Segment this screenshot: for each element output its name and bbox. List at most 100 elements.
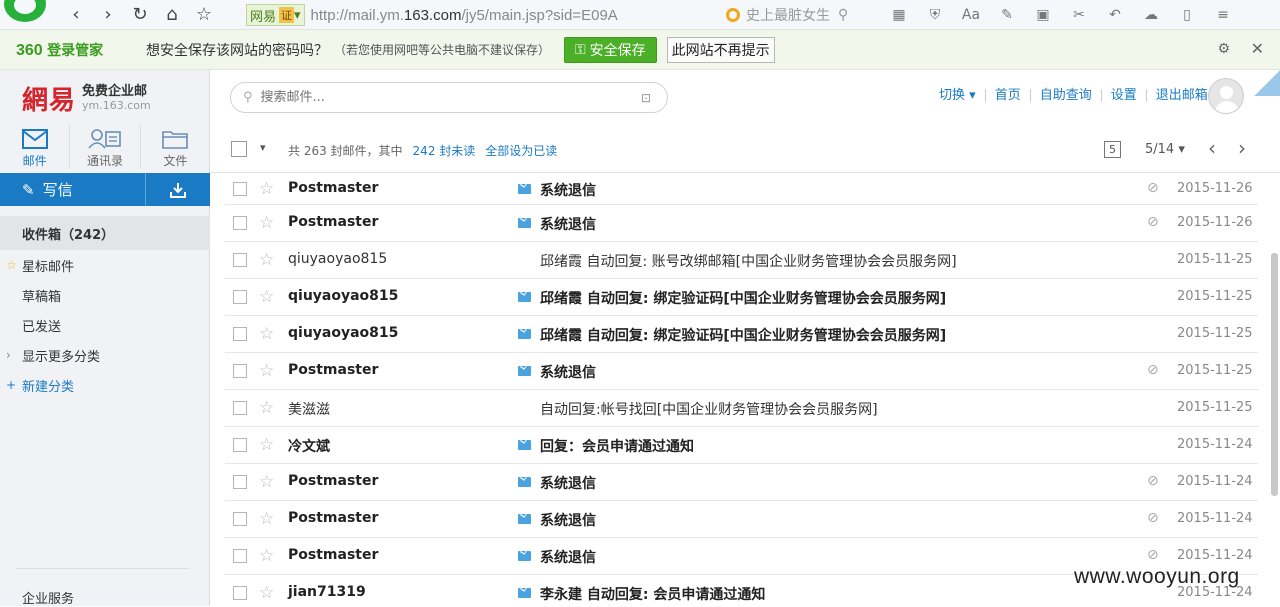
table-row[interactable]: ☆ qiuyaoyao815 邱绪霞 自动回复: 绑定验证码[中国企业财务管理协会会…	[225, 316, 1258, 353]
folder-show-more[interactable]: › 显示更多分类	[0, 340, 210, 370]
star-icon[interactable]: ☆	[259, 472, 274, 492]
reload-icon[interactable]: ↻	[124, 0, 156, 30]
folder-inbox[interactable]: 收件箱（242）	[0, 216, 210, 250]
undo-icon[interactable]: ↶	[1100, 7, 1130, 23]
module-mail[interactable]: 邮件	[0, 125, 71, 169]
menu-icon[interactable]: ≡	[1208, 7, 1238, 23]
email-subject[interactable]: 李永建 自动回复: 会员申请通过通知	[540, 584, 765, 604]
translate-icon[interactable]: Aa	[956, 7, 986, 23]
browser-logo-icon[interactable]	[0, 0, 60, 30]
table-row[interactable]: ☆ qiuyaoyao815 邱绪霞 自动回复: 绑定验证码[中国企业财务管理协会会…	[225, 279, 1258, 316]
address-bar[interactable]: 网易证 ▾ http://mail.ym. 163.com/jy5/main.jsp…	[246, 3, 686, 27]
row-checkbox[interactable]	[233, 401, 247, 415]
folder-starred[interactable]: ☆ 星标邮件	[0, 250, 210, 280]
favorite-star-icon[interactable]: ☆	[188, 0, 220, 30]
table-row[interactable]: ☆ Postmaster 系统退信 ⊘ 2015-11-25	[225, 353, 1258, 390]
scrollbar[interactable]	[1271, 253, 1278, 496]
browser-search-box[interactable]: 史上最脏女生 ⚲	[726, 3, 876, 27]
folder-new-category[interactable]: + 新建分类	[0, 370, 210, 400]
cloud-icon[interactable]: ☁	[1136, 7, 1166, 23]
select-all-checkbox[interactable]	[231, 141, 247, 157]
next-page-icon[interactable]: ›	[1238, 136, 1246, 160]
star-icon[interactable]: ☆	[259, 546, 274, 566]
page-selector[interactable]: 5/14 ▾	[1145, 142, 1185, 157]
tools-icon[interactable]: ✂	[1064, 7, 1094, 23]
email-subject[interactable]: 回复：会员申请通过通知	[540, 436, 694, 456]
previous-page-icon[interactable]: ‹	[1208, 136, 1216, 160]
email-subject[interactable]: 自动回复:帐号找回[中国企业财务管理协会会员服务网]	[540, 399, 878, 419]
row-checkbox[interactable]	[233, 327, 247, 341]
home-icon[interactable]: ⌂	[156, 0, 188, 30]
table-row[interactable]: ☆ Postmaster 系统退信 ⊘ 2015-11-24	[225, 464, 1258, 501]
row-checkbox[interactable]	[233, 549, 247, 563]
switch-account-link[interactable]: 切换 ▾	[930, 89, 985, 102]
screenshot-icon[interactable]: ▣	[1028, 7, 1058, 23]
mobile-icon[interactable]: ▯	[1172, 7, 1202, 23]
receive-mail-button[interactable]	[146, 173, 210, 206]
mail-logo[interactable]: 網易 免费企业邮 ym.163.com	[22, 80, 151, 117]
gear-icon[interactable]: ⚙	[1217, 41, 1230, 57]
star-icon[interactable]: ☆	[259, 398, 274, 418]
page-view-icon[interactable]: 5	[1104, 141, 1121, 158]
avatar[interactable]	[1208, 78, 1244, 114]
enterprise-services-link[interactable]: 企业服务	[22, 588, 74, 607]
star-icon[interactable]: ☆	[259, 324, 274, 344]
back-icon[interactable]: ‹	[60, 0, 92, 30]
site-identity-badge[interactable]: 网易证 ▾	[246, 4, 305, 26]
row-checkbox[interactable]	[233, 216, 247, 230]
row-checkbox[interactable]	[233, 364, 247, 378]
unread-filter-link[interactable]: 242 封未读	[413, 144, 476, 158]
self-service-link[interactable]: 自助查询	[1029, 89, 1101, 102]
forward-icon[interactable]: ›	[92, 0, 124, 30]
table-row[interactable]: ☆ Postmaster 系统退信 ⊘ 2015-11-24	[225, 501, 1258, 538]
table-row[interactable]: ☆ 冷文斌 回复：会员申请通过通知 2015-11-24	[225, 427, 1258, 464]
email-subject[interactable]: 系统退信	[540, 362, 596, 382]
star-icon[interactable]: ☆	[259, 509, 274, 529]
email-subject[interactable]: 邱绪霞 自动回复: 绑定验证码[中国企业财务管理协会会员服务网]	[540, 288, 946, 308]
folder-sent[interactable]: 已发送	[0, 310, 210, 340]
email-subject[interactable]: 邱绪霞 自动回复: 绑定验证码[中国企业财务管理协会会员服务网]	[540, 325, 946, 345]
star-icon[interactable]: ☆	[259, 583, 274, 603]
email-subject[interactable]: 邱绪霞 自动回复: 账号改绑邮箱[中国企业财务管理协会会员服务网]	[540, 251, 957, 271]
shield-icon[interactable]: ⛨	[920, 7, 950, 23]
mail-search[interactable]: ⚲ ⊡	[230, 82, 668, 113]
star-icon[interactable]: ☆	[259, 213, 274, 233]
module-files[interactable]: 文件	[141, 125, 210, 169]
star-icon[interactable]: ☆	[259, 250, 274, 270]
apps-icon[interactable]: ▦	[884, 7, 914, 23]
table-row[interactable]: ☆ qiuyaoyao815 邱绪霞 自动回复: 账号改绑邮箱[中国企业财务管理协会…	[225, 242, 1258, 279]
table-row[interactable]: ☆ Postmaster 系统退信 ⊘ 2015-11-26	[225, 205, 1258, 242]
never-remind-button[interactable]: 此网站不再提示	[666, 36, 775, 63]
mail-search-input[interactable]	[260, 90, 621, 105]
row-checkbox[interactable]	[233, 475, 247, 489]
save-password-button[interactable]: ⚿ 安全保存	[564, 36, 657, 63]
email-subject[interactable]: 系统退信	[540, 547, 596, 567]
row-checkbox[interactable]	[233, 181, 247, 196]
scan-icon[interactable]: ⊡	[641, 91, 651, 105]
chevron-down-icon[interactable]: ▾	[260, 141, 266, 154]
close-icon[interactable]: ✕	[1251, 39, 1264, 58]
home-link[interactable]: 首页	[984, 89, 1030, 102]
row-checkbox[interactable]	[233, 438, 247, 452]
star-icon[interactable]: ☆	[259, 435, 274, 455]
email-subject[interactable]: 系统退信	[540, 510, 596, 530]
module-contacts[interactable]: 通讯录	[70, 125, 141, 169]
settings-link[interactable]: 设置	[1100, 89, 1146, 102]
star-icon[interactable]: ☆	[259, 287, 274, 307]
email-subject[interactable]: 系统退信	[540, 180, 596, 200]
table-row[interactable]: ☆ 美滋滋 自动回复:帐号找回[中国企业财务管理协会会员服务网] 2015-11-25	[225, 390, 1258, 427]
compose-button[interactable]: ✎ 写信	[0, 173, 146, 206]
star-icon[interactable]: ☆	[259, 179, 274, 199]
email-subject[interactable]: 系统退信	[540, 473, 596, 493]
row-checkbox[interactable]	[233, 586, 247, 600]
row-checkbox[interactable]	[233, 512, 247, 526]
star-icon[interactable]: ☆	[259, 361, 274, 381]
row-checkbox[interactable]	[233, 290, 247, 304]
extension-icon[interactable]: ✎	[992, 7, 1022, 23]
logout-link[interactable]: 退出邮箱	[1145, 89, 1217, 102]
row-checkbox[interactable]	[233, 253, 247, 267]
mark-all-read-link[interactable]: 全部设为已读	[485, 144, 557, 158]
page-corner-fold[interactable]	[1254, 70, 1280, 96]
folder-drafts[interactable]: 草稿箱	[0, 280, 210, 310]
email-subject[interactable]: 系统退信	[540, 214, 596, 234]
